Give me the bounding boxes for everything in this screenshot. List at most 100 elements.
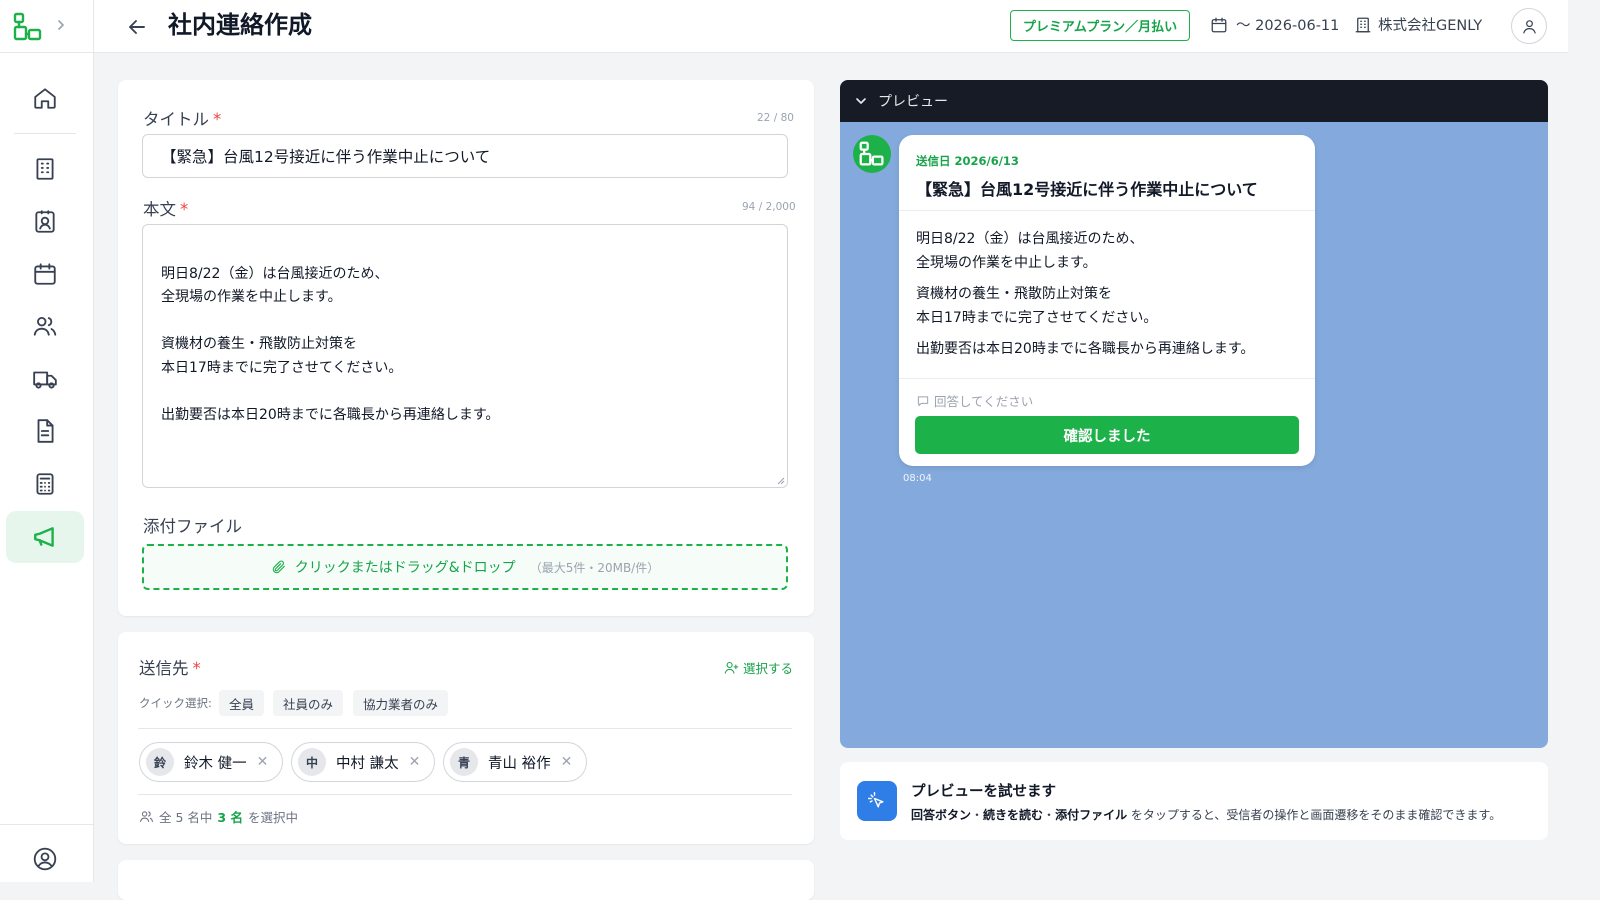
quick-all-button[interactable]: 全員 [219,690,265,716]
calendar-icon [1211,17,1227,32]
sidebar-item-home[interactable] [6,72,84,124]
preview-title: 【緊急】台風12号接近に伴う作業中止について [916,180,1258,199]
avatar: 中 [298,748,326,776]
title-label: タイトル * [143,110,222,129]
contract-date-text: 〜 2026-06-11 [1236,18,1340,34]
back-arrow-icon[interactable] [126,16,148,38]
divider [899,378,1315,379]
paperclip-icon [272,560,285,574]
remove-icon[interactable]: ✕ [409,754,421,770]
sidebar-item-building[interactable] [6,143,84,195]
chevron-down-icon [856,98,866,104]
recipient-name: 青山 裕作 [488,755,551,772]
recipient-name: 鈴木 健一 [184,755,247,772]
next-card [118,860,814,900]
megaphone-icon [34,527,54,547]
company-name-text: 株式会社GENLY [1378,18,1483,34]
divider [138,728,792,729]
quick-select-label: クイック選択: [139,696,212,710]
user-circle-icon [33,847,57,871]
sidebar-item-delivery[interactable] [6,353,84,405]
message-preview: プレビュー 送信日 2026/6/13 【緊急】台風12号接近に伴う作業中止につ… [840,80,1548,748]
user-menu-button[interactable] [1511,8,1547,44]
recipients-label: 送信先 * [139,659,201,678]
sidebar-divider-bottom [0,824,94,825]
company-name[interactable]: 株式会社GENLY [1354,14,1482,35]
user-icon [1522,19,1536,33]
message-form-card: タイトル * 22 / 80 【緊急】台風12号接近に伴う作業中止について 本文 *… [118,80,814,616]
body-text: 明日8/22（金）は台風接近のため、 全現場の作業を中止します。 資機材の養生・… [161,265,500,423]
confirm-button[interactable]: 確認しました [915,416,1299,454]
remove-icon[interactable]: ✕ [257,754,269,770]
genly-logo-icon[interactable] [13,12,43,42]
building-icon [36,158,54,180]
resize-handle-icon[interactable] [777,477,785,485]
preview-paragraph: 出勤要否は本日20時までに各職長から再連絡します。 [916,341,1255,357]
sidebar-item-documents[interactable] [6,405,84,457]
sidebar-item-calculator[interactable] [6,458,84,510]
message-bubble: 送信日 2026/6/13 【緊急】台風12号接近に伴う作業中止について 明日8… [899,135,1315,466]
sidebar-item-calendar[interactable] [6,248,84,300]
chevron-right-icon[interactable] [55,18,67,32]
contract-date: 〜 2026-06-11 [1210,14,1339,35]
recipient-chip[interactable]: 青 青山 裕作 ✕ [443,742,587,782]
preview-paragraph: 資機材の養生・飛散防止対策を 本日17時までに完了させてください。 [916,286,1158,326]
preview-header-label: プレビュー [878,94,948,110]
select-recipients-link[interactable]: 選択する [724,658,793,677]
contact-card-icon [35,210,55,233]
logo-area [0,0,94,53]
quick-employees-button[interactable]: 社員のみ [273,690,344,716]
home-icon [34,88,56,109]
remove-icon[interactable]: ✕ [561,754,573,770]
calculator-icon [36,473,54,495]
quick-contractors-button[interactable]: 協力業者のみ [353,690,449,716]
file-dropzone[interactable]: クリックまたはドラッグ&ドロップ （最大5件・20MB/件） [142,544,788,590]
selection-count: 全 5 名中 3 名 を選択中 [139,807,298,826]
title-counter: 22 / 80 [757,112,794,124]
document-icon [37,419,54,443]
top-header: 社内連絡作成 プレミアムプラン／月払い 〜 2026-06-11 株式会社GEN… [94,0,1568,53]
message-time: 08:04 [903,473,932,484]
recipient-chip[interactable]: 鈴 鈴木 健一 ✕ [139,742,283,782]
divider [899,210,1315,211]
reply-hint: 回答してください [916,391,1033,410]
count-suffix: を選択中 [247,810,298,825]
count-value: 3 名 [217,810,243,825]
sidebar-item-users[interactable] [6,300,84,352]
tap-cursor-icon [857,781,897,821]
preview-paragraph: 明日8/22（金）は台風接近のため、 全現場の作業を中止します。 [916,231,1144,271]
truck-icon [33,371,57,389]
tip-title: プレビューを試せます [911,784,1056,800]
users-icon [140,811,153,823]
sidebar-item-announcements[interactable] [6,511,84,563]
sidebar-item-contacts[interactable] [6,196,84,248]
body-counter: 94 / 2,000 [742,201,796,213]
building-icon [1355,17,1371,32]
dropzone-text: クリックまたはドラッグ&ドロップ [294,560,516,576]
chat-icon [917,395,929,406]
recipients-card: 送信先 * 選択する クイック選択: 全員 社員のみ 協力業者のみ 鈴 鈴木 健一… [118,632,814,844]
genly-logo-icon [859,141,884,166]
dropzone-limit: （最大5件・20MB/件） [529,560,660,575]
title-input[interactable]: 【緊急】台風12号接近に伴う作業中止について [142,134,788,178]
preview-header[interactable]: プレビュー [840,80,1548,122]
attach-label: 添付ファイル [143,517,242,536]
tip-text: 回答ボタン・続きを読む・添付ファイル をタップすると、受信者の操作と画面遷移をそ… [911,808,1502,822]
reply-hint-text: 回答してください [934,394,1034,409]
count-prefix: 全 5 名中 [159,810,213,825]
sidebar [0,0,94,882]
sender-avatar [853,135,891,173]
sidebar-item-account[interactable] [6,835,84,883]
plan-badge[interactable]: プレミアムプラン／月払い [1010,10,1190,41]
page-title: 社内連絡作成 [168,11,312,39]
recipient-name: 中村 謙太 [336,755,399,772]
sent-date: 送信日 2026/6/13 [916,154,1019,168]
body-textarea[interactable]: 明日8/22（金）は台風接近のため、 全現場の作業を中止します。 資機材の養生・… [142,224,788,488]
calendar-icon [34,263,56,285]
avatar: 青 [450,748,478,776]
users-icon [33,316,57,336]
select-recipients-text: 選択する [743,661,794,676]
recipient-chip[interactable]: 中 中村 謙太 ✕ [291,742,435,782]
divider [138,794,792,795]
avatar: 鈴 [146,748,174,776]
